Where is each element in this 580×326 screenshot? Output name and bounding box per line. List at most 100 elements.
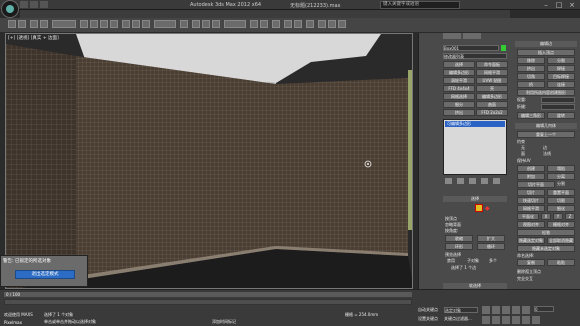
- auto-key-label[interactable]: 自动关键点: [418, 307, 438, 312]
- zoom-all-icon[interactable]: [492, 316, 500, 324]
- weight-field[interactable]: [541, 97, 575, 103]
- layer-icon[interactable]: [272, 20, 280, 28]
- planar-x-button[interactable]: X: [541, 213, 551, 220]
- mod-btn-6[interactable]: FFD 4x4x4: [443, 85, 475, 92]
- open-icon[interactable]: [30, 1, 38, 8]
- relax-button[interactable]: 松弛: [517, 229, 575, 236]
- mod-btn-13[interactable]: FFD 2x2x2: [476, 109, 508, 116]
- loop-button[interactable]: 循环: [477, 243, 505, 250]
- connect-button[interactable]: 连接: [547, 81, 575, 88]
- current-frame-field[interactable]: 0: [534, 306, 554, 312]
- hide-unselected-button[interactable]: 隐藏未选定对象: [517, 245, 575, 252]
- perspective-viewport[interactable]: [+] [透视] [真实 + 边面]: [5, 33, 413, 289]
- mod-btn-4[interactable]: 涡轮平滑: [443, 77, 475, 84]
- select-by-name-icon[interactable]: [90, 20, 98, 28]
- cut-button[interactable]: 切割: [547, 197, 575, 204]
- exit-isolation-button[interactable]: 退出选定模式: [15, 270, 75, 279]
- mod-btn-9[interactable]: 编辑多边形: [476, 93, 508, 100]
- mod-btn-7[interactable]: 壳: [476, 85, 508, 92]
- crease-field[interactable]: [541, 104, 575, 110]
- planar-z-button[interactable]: Z: [565, 213, 575, 220]
- undo-icon[interactable]: [8, 20, 16, 28]
- preserve-uv-check[interactable]: 保持UV: [517, 158, 531, 163]
- zoom-icon[interactable]: [482, 316, 490, 324]
- planar-y-button[interactable]: Y: [553, 213, 563, 220]
- scale-icon[interactable]: [142, 20, 150, 28]
- minimize-icon[interactable]: –: [540, 0, 552, 10]
- material-editor-icon[interactable]: [306, 20, 314, 28]
- view-align-button[interactable]: 视图对齐: [517, 221, 545, 228]
- set-key-label[interactable]: 设置关键点: [418, 316, 438, 321]
- border-subobject-icon[interactable]: ◆: [485, 205, 491, 212]
- make-unique-icon[interactable]: [469, 178, 476, 184]
- render-setup-icon[interactable]: [318, 20, 326, 28]
- add-time-tag[interactable]: 添加时间标记: [212, 319, 236, 324]
- attach-button[interactable]: 附加: [517, 173, 545, 180]
- redo-icon[interactable]: [18, 20, 26, 28]
- modifier-stack[interactable]: 可编辑多边形: [443, 119, 507, 175]
- slice-button[interactable]: 切片: [517, 189, 545, 196]
- percent-snap-icon[interactable]: [212, 20, 220, 28]
- track-bar[interactable]: [4, 299, 412, 305]
- show-end-result-icon[interactable]: [457, 178, 464, 184]
- object-color-swatch[interactable]: [501, 45, 506, 51]
- create-shape-button[interactable]: 利用所选内容创建图形: [517, 89, 575, 96]
- goto-end-icon[interactable]: [522, 306, 530, 314]
- new-icon[interactable]: [20, 1, 28, 8]
- extrude-button[interactable]: 挤出: [517, 65, 545, 72]
- pin-stack-icon[interactable]: [445, 178, 452, 184]
- maximize-icon[interactable]: □: [553, 0, 565, 10]
- mod-btn-10[interactable]: 细分: [443, 101, 475, 108]
- tab-modify[interactable]: [463, 33, 481, 39]
- weld-button[interactable]: 焊接: [547, 65, 575, 72]
- orbit-icon[interactable]: [522, 316, 530, 324]
- viewport-label[interactable]: [+] [透视] [真实 + 边面]: [8, 35, 59, 41]
- radio-multi[interactable]: 多个: [489, 258, 497, 263]
- remove-modifier-icon[interactable]: [481, 178, 488, 184]
- edit-tri-button[interactable]: 编辑三角形: [517, 112, 545, 119]
- tessellate-button[interactable]: 细化: [547, 205, 575, 212]
- shrink-button[interactable]: 收缩: [445, 235, 473, 242]
- mod-btn-0[interactable]: 选择: [443, 61, 475, 68]
- maximize-viewport-icon[interactable]: [532, 316, 540, 324]
- app-logo-icon[interactable]: [1, 0, 19, 18]
- reset-plane-button[interactable]: 重置平面: [547, 189, 575, 196]
- split-check[interactable]: 分割: [557, 181, 565, 186]
- hide-selected-button[interactable]: 隐藏选定对象: [517, 237, 545, 244]
- radio-disable[interactable]: 禁用: [447, 258, 455, 263]
- mod-btn-8[interactable]: 网格选择: [443, 93, 475, 100]
- collapse-button[interactable]: 塌陷: [547, 165, 575, 172]
- detach-button[interactable]: 分离: [547, 173, 575, 180]
- selection-filter[interactable]: [52, 20, 76, 28]
- radio-subobject[interactable]: 子对象: [467, 258, 479, 263]
- edit-edges-rollout-title[interactable]: 编辑边: [515, 41, 577, 47]
- mod-btn-2[interactable]: 编辑多边形: [443, 69, 475, 76]
- schematic-icon[interactable]: [294, 20, 302, 28]
- target-weld-button[interactable]: 目标焊接: [547, 73, 575, 80]
- rect-select-icon[interactable]: [100, 20, 108, 28]
- grid-align-button[interactable]: 栅格对齐: [547, 221, 575, 228]
- mod-btn-1[interactable]: 命令面板: [476, 61, 508, 68]
- paste-button[interactable]: 粘贴: [547, 259, 575, 266]
- angle-snap-icon[interactable]: [202, 20, 210, 28]
- save-icon[interactable]: [40, 1, 48, 8]
- mod-btn-11[interactable]: 曲面: [476, 101, 508, 108]
- constraint-none[interactable]: 无: [521, 145, 525, 150]
- chamfer-button[interactable]: 切角: [517, 73, 545, 80]
- zoom-extents-icon[interactable]: [502, 316, 510, 324]
- rotate-icon[interactable]: [132, 20, 140, 28]
- object-name-field[interactable]: Box001: [443, 45, 499, 51]
- constraint-edge[interactable]: 边: [543, 145, 547, 150]
- make-planar-button[interactable]: 平面化: [517, 213, 539, 220]
- check-by-angle[interactable]: 按角度:: [445, 228, 458, 233]
- snap-icon[interactable]: [192, 20, 200, 28]
- selection-rollout-title[interactable]: 选择: [443, 196, 507, 202]
- select-icon[interactable]: [80, 20, 88, 28]
- constraint-face[interactable]: 面: [521, 151, 525, 156]
- prev-frame-icon[interactable]: [492, 306, 500, 314]
- pan-icon[interactable]: [512, 316, 520, 324]
- full-interactivity-check[interactable]: 完全交互: [517, 276, 533, 281]
- remove-button[interactable]: 移除: [517, 57, 545, 64]
- check-by-vertex[interactable]: 按顶点: [445, 216, 457, 221]
- render-frame-icon[interactable]: [328, 20, 336, 28]
